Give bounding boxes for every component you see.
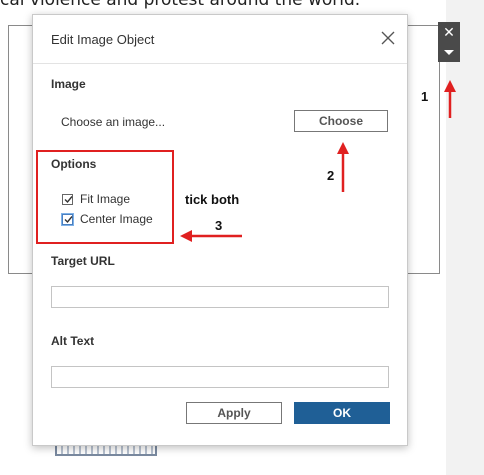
image-section-label: Image — [51, 77, 86, 91]
close-icon — [381, 31, 395, 45]
dialog-close-button[interactable] — [379, 29, 397, 47]
choose-image-prompt: Choose an image... — [61, 115, 166, 129]
right-panel — [446, 0, 484, 475]
step-2-label: 2 — [327, 168, 335, 183]
alt-text-label: Alt Text — [51, 334, 95, 348]
dialog-title: Edit Image Object — [51, 32, 155, 47]
ok-button[interactable]: OK — [294, 402, 390, 424]
target-url-label: Target URL — [51, 254, 115, 268]
choose-button[interactable]: Choose — [294, 110, 388, 132]
tick-both-note: tick both — [185, 192, 240, 207]
close-icon: ✕ — [443, 24, 455, 40]
alt-text-input[interactable] — [51, 366, 389, 388]
step-3-label: 3 — [215, 218, 223, 233]
apply-button[interactable]: Apply — [186, 402, 282, 424]
object-close-button[interactable]: ✕ — [438, 22, 460, 42]
article-text: cal violence and protest around the worl… — [0, 0, 361, 10]
object-menu-button[interactable] — [438, 42, 460, 62]
step-1-label: 1 — [421, 89, 429, 104]
caret-down-icon — [444, 49, 454, 55]
screen: cal violence and protest around the worl… — [0, 0, 484, 475]
options-highlight-box — [36, 150, 174, 244]
target-url-input[interactable] — [51, 286, 389, 308]
dialog-divider — [33, 63, 407, 64]
